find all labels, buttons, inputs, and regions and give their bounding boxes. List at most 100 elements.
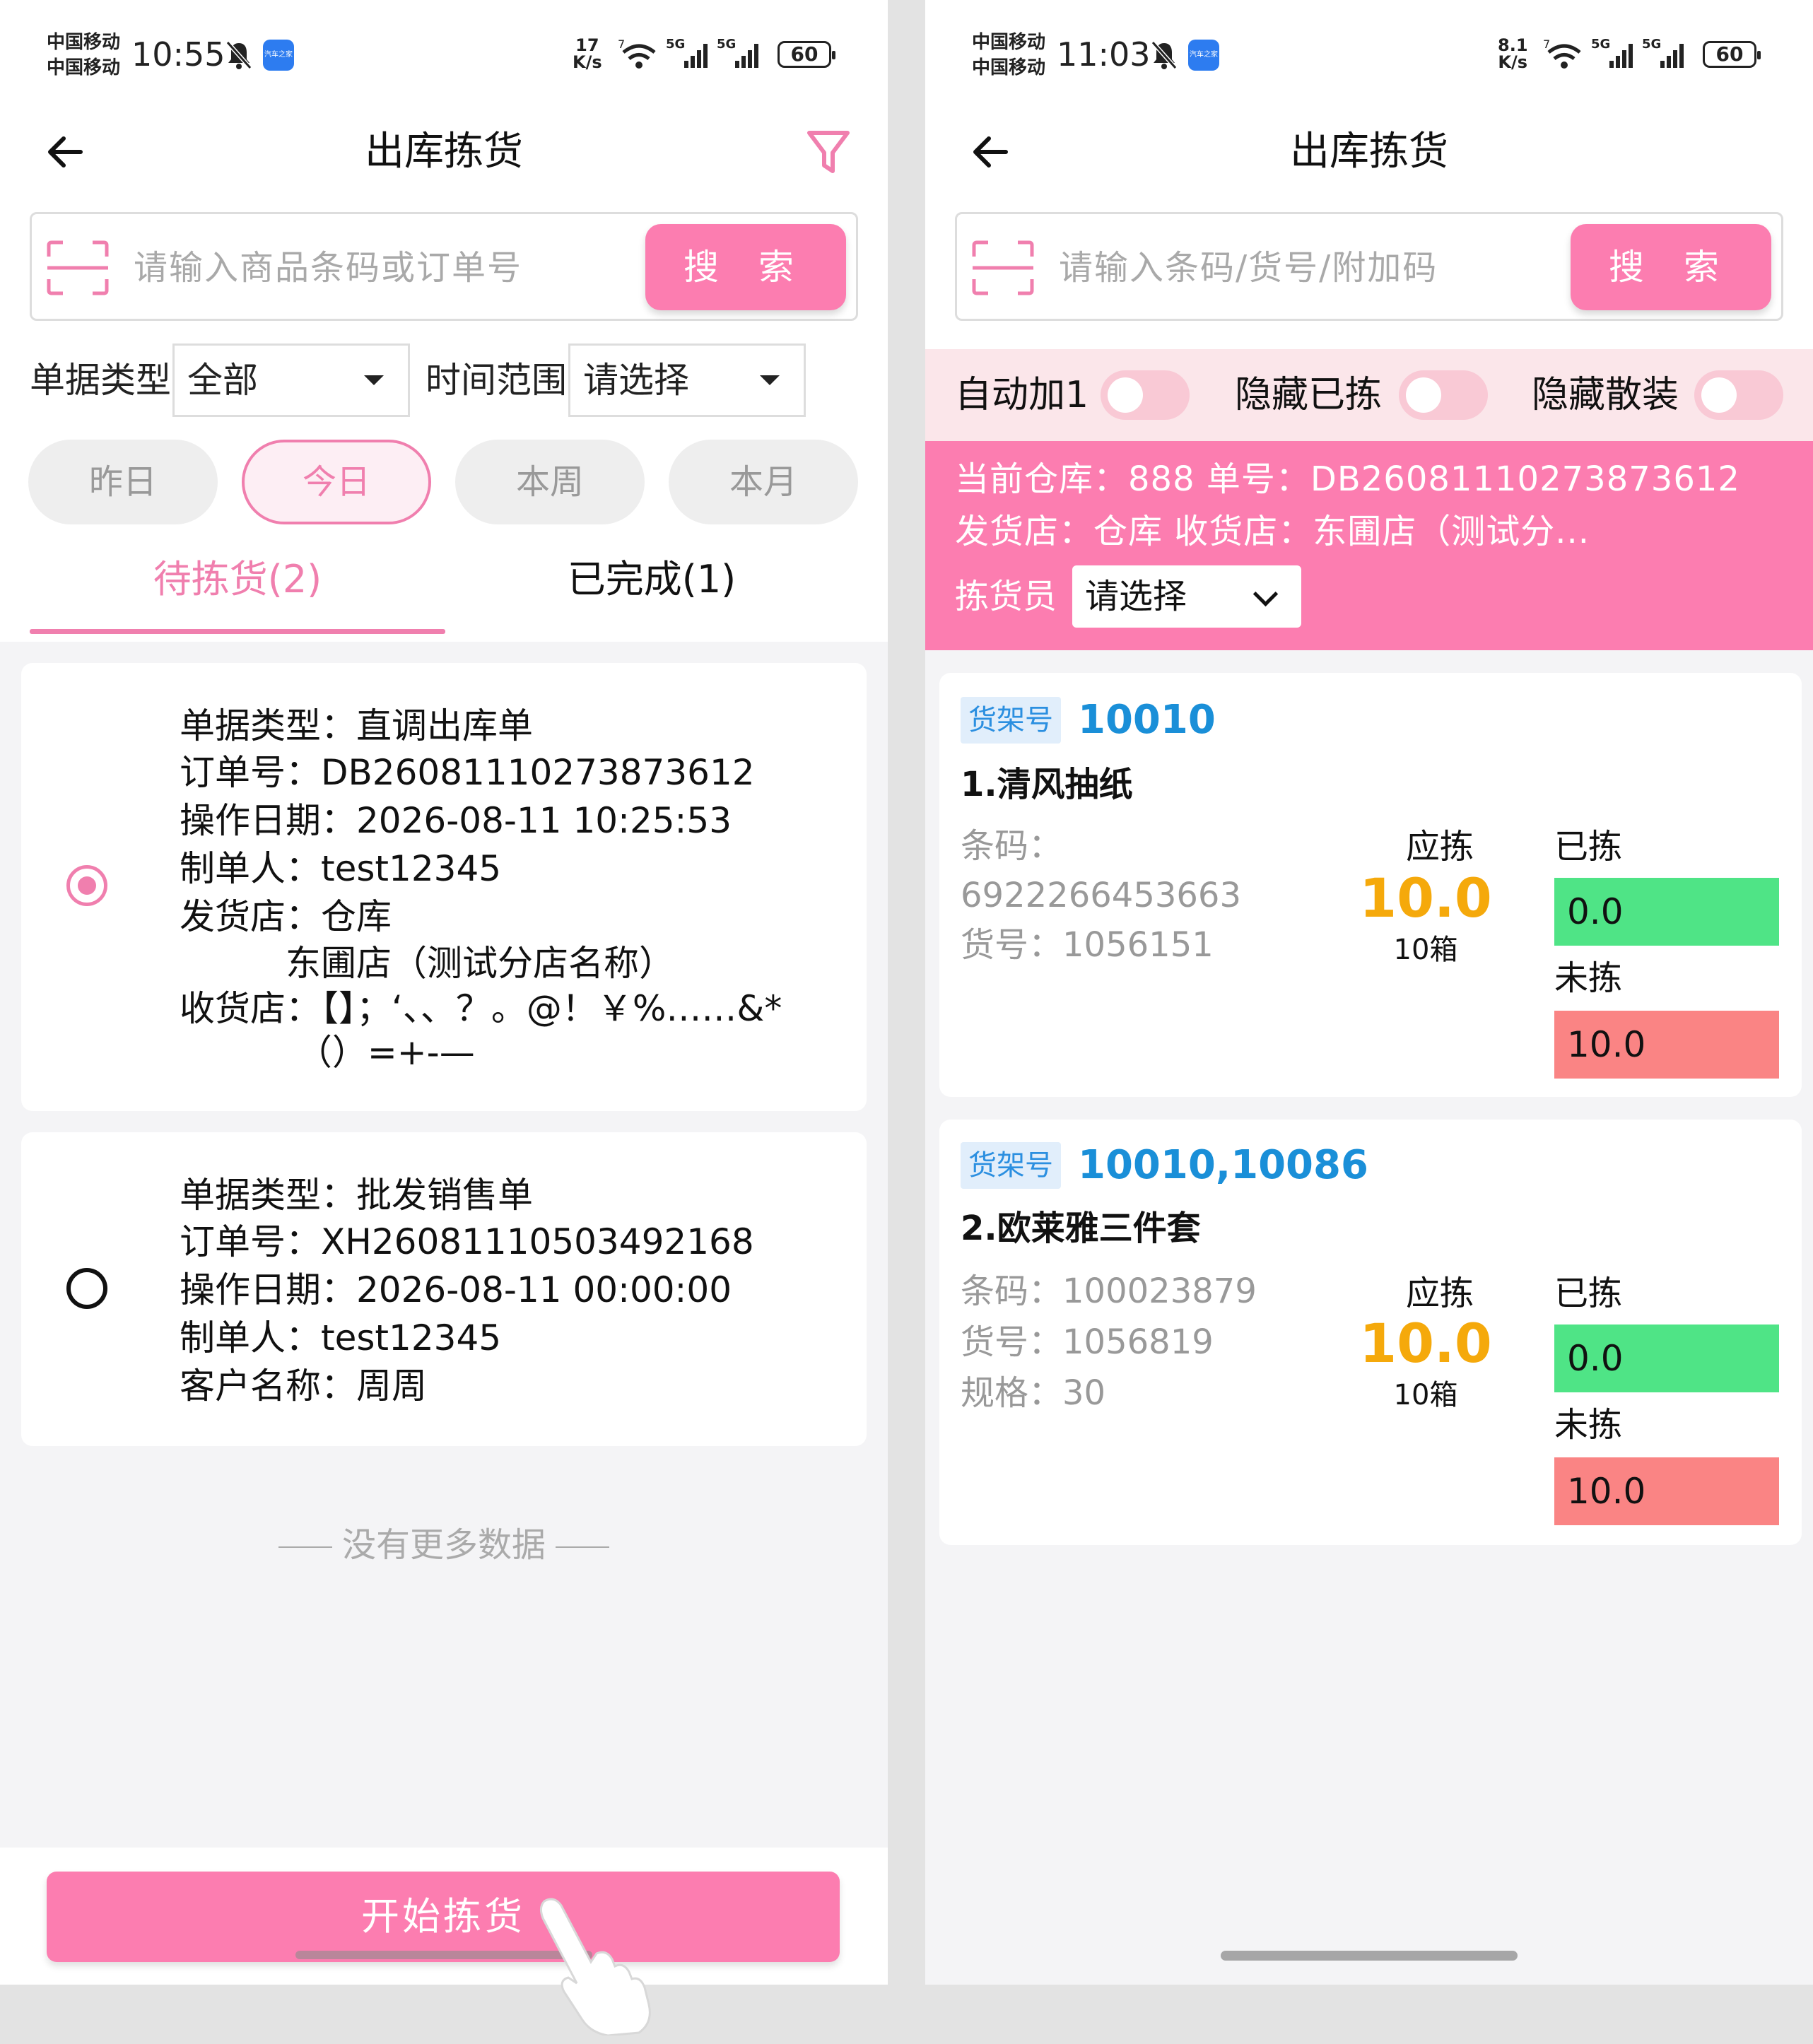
start-picking-button[interactable]: 开始拣货 bbox=[47, 1872, 840, 1962]
search-input[interactable]: 请输入商品条码或订单号 bbox=[134, 245, 522, 290]
order-line: 发货店：仓库 bbox=[180, 896, 392, 937]
search-bar: 请输入商品条码或订单号 搜 索 bbox=[30, 212, 858, 321]
picked-label: 已拣 bbox=[1554, 1274, 1623, 1313]
right-screen: 中国移动 中国移动 11:03 汽车之家 8.1 K/s 7 5G 5G 60 … bbox=[925, 0, 1813, 1985]
carrier-1: 中国移动 bbox=[972, 32, 1046, 53]
doc-type-label: 单据类型 bbox=[30, 360, 171, 401]
scan-icon[interactable] bbox=[971, 240, 1035, 296]
signal2-label: 5G bbox=[1642, 37, 1661, 52]
signal-label: 5G bbox=[1591, 37, 1610, 52]
picked-label: 已拣 bbox=[1554, 827, 1623, 867]
net-speed-unit: K/s bbox=[1498, 52, 1528, 72]
battery-indicator: 60 bbox=[778, 41, 835, 68]
app-notification-icon: 汽车之家 bbox=[263, 40, 294, 71]
status-time: 10:55 bbox=[131, 35, 225, 74]
order-line: 收货店：【】；‘、、？。@！￥%……&* bbox=[180, 988, 782, 1029]
picker-label: 拣货员 bbox=[955, 577, 1057, 616]
net-speed-value: 17 bbox=[575, 35, 599, 55]
due-unit: 10箱 bbox=[1393, 1379, 1458, 1411]
hide-picked-label: 隐藏已拣 bbox=[1235, 374, 1383, 416]
time-range-label: 时间范围 bbox=[426, 360, 567, 401]
filter-icon[interactable] bbox=[806, 127, 851, 177]
order-line: 订单号：XH26081110503492168 bbox=[180, 1221, 754, 1262]
radio-unselected[interactable] bbox=[66, 1268, 107, 1309]
divider bbox=[556, 1546, 609, 1548]
hide-bulk-label: 隐藏散装 bbox=[1532, 374, 1679, 416]
picker-value: 请选择 bbox=[1085, 577, 1187, 616]
signal-label: 5G bbox=[666, 37, 685, 52]
signal2-label: 5G bbox=[717, 37, 736, 52]
battery-indicator: 60 bbox=[1703, 41, 1761, 68]
net-speed: 8.1 K/s bbox=[1498, 37, 1528, 71]
unpicked-quantity: 10.0 bbox=[1554, 1457, 1779, 1525]
time-range-select[interactable]: 请选择 bbox=[568, 343, 806, 417]
order-line: 制单人：test12345 bbox=[180, 1317, 502, 1358]
scan-icon[interactable] bbox=[46, 240, 110, 296]
barcode-label: 条码： bbox=[961, 826, 1063, 866]
page-title: 出库拣货 bbox=[1290, 129, 1448, 175]
order-line: 制单人：test12345 bbox=[180, 848, 502, 889]
time-range-value: 请选择 bbox=[583, 360, 689, 401]
range-this-week[interactable]: 本周 bbox=[455, 440, 645, 524]
hide-bulk-toggle[interactable] bbox=[1694, 370, 1783, 420]
auto-add-label: 自动加1 bbox=[955, 374, 1089, 416]
order-card[interactable]: 单据类型：批发销售单 订单号：XH26081110503492168 操作日期：… bbox=[21, 1132, 867, 1446]
home-indicator bbox=[1221, 1951, 1518, 1961]
order-line: 单据类型：批发销售单 bbox=[180, 1175, 533, 1216]
picked-quantity[interactable]: 0.0 bbox=[1554, 1325, 1779, 1392]
item-number: 货号：1056819 bbox=[961, 1322, 1214, 1362]
product-name: 1.清风抽纸 bbox=[961, 765, 1133, 804]
store-line: 发货店：仓库 收货店：东圃店（测试分... bbox=[955, 512, 1590, 551]
barcode: 条码：100023879 bbox=[961, 1271, 1257, 1311]
search-input[interactable]: 请输入条码/货号/附加码 bbox=[1059, 245, 1438, 290]
picker-select[interactable]: 请选择 bbox=[1072, 565, 1301, 628]
tab-completed[interactable]: 已完成(1) bbox=[430, 551, 874, 608]
bell-muted-icon bbox=[225, 41, 252, 69]
order-card[interactable]: 单据类型：直调出库单 订单号：DB26081110273873612 操作日期：… bbox=[21, 663, 867, 1111]
no-more-text: 没有更多数据 bbox=[341, 1525, 546, 1565]
range-today[interactable]: 今日 bbox=[242, 440, 431, 524]
order-line: 客户名称：周周 bbox=[180, 1365, 427, 1406]
unpicked-label: 未拣 bbox=[1554, 1405, 1623, 1445]
search-button[interactable]: 搜 索 bbox=[1571, 224, 1771, 310]
status-carrier: 中国移动 中国移动 bbox=[47, 30, 120, 81]
wifi-badge: 7 bbox=[1543, 37, 1550, 51]
tab-pending[interactable]: 待拣货(2) bbox=[16, 551, 459, 608]
shelf-number: 10010 bbox=[1078, 697, 1216, 743]
range-yesterday[interactable]: 昨日 bbox=[28, 440, 218, 524]
barcode-value: 6922266453663 bbox=[961, 876, 1242, 915]
pick-item-card[interactable]: 货架号 10010 1.清风抽纸 条码： 6922266453663 货号：10… bbox=[939, 673, 1802, 1097]
order-line: 东圃店（测试分店名称） bbox=[180, 943, 674, 984]
hide-picked-toggle[interactable] bbox=[1399, 370, 1488, 420]
active-tab-indicator bbox=[30, 629, 445, 634]
order-line: 订单号：DB26081110273873612 bbox=[180, 752, 755, 793]
doc-type-select[interactable]: 全部 bbox=[172, 343, 410, 417]
range-this-month[interactable]: 本月 bbox=[669, 440, 858, 524]
shelf-number: 10010,10086 bbox=[1078, 1142, 1368, 1188]
shelf-tag: 货架号 bbox=[961, 1142, 1061, 1189]
picked-quantity[interactable]: 0.0 bbox=[1554, 878, 1779, 946]
left-screen: 中国移动 中国移动 10:55 汽车之家 17 K/s 7 5G 5G 60 出… bbox=[0, 0, 888, 1985]
wifi-icon: 7 bbox=[1543, 37, 1581, 69]
no-more-data: 没有更多数据 bbox=[0, 1517, 888, 1566]
signal-5g-2-icon: 5G bbox=[717, 37, 758, 68]
item-number: 货号：1056151 bbox=[961, 925, 1214, 965]
caret-down-icon bbox=[364, 375, 384, 385]
radio-selected[interactable] bbox=[66, 865, 107, 906]
divider bbox=[278, 1546, 332, 1548]
status-carrier: 中国移动 中国移动 bbox=[972, 30, 1045, 81]
pick-item-card[interactable]: 货架号 10010,10086 2.欧莱雅三件套 条码：100023879 货号… bbox=[939, 1120, 1802, 1545]
signal-5g-2-icon: 5G bbox=[1642, 37, 1684, 68]
order-line: 单据类型：直调出库单 bbox=[180, 705, 533, 746]
carrier-1: 中国移动 bbox=[47, 32, 121, 53]
shelf-tag: 货架号 bbox=[961, 697, 1061, 744]
wifi-icon: 7 bbox=[618, 37, 656, 69]
unpicked-label: 未拣 bbox=[1554, 958, 1623, 998]
app-notification-icon: 汽车之家 bbox=[1188, 40, 1219, 71]
due-unit: 10箱 bbox=[1393, 934, 1458, 966]
search-button[interactable]: 搜 索 bbox=[645, 224, 846, 310]
auto-add-toggle[interactable] bbox=[1101, 370, 1190, 420]
net-speed-unit: K/s bbox=[573, 52, 602, 72]
search-bar: 请输入条码/货号/附加码 搜 索 bbox=[955, 212, 1783, 321]
product-name: 2.欧莱雅三件套 bbox=[961, 1209, 1201, 1248]
